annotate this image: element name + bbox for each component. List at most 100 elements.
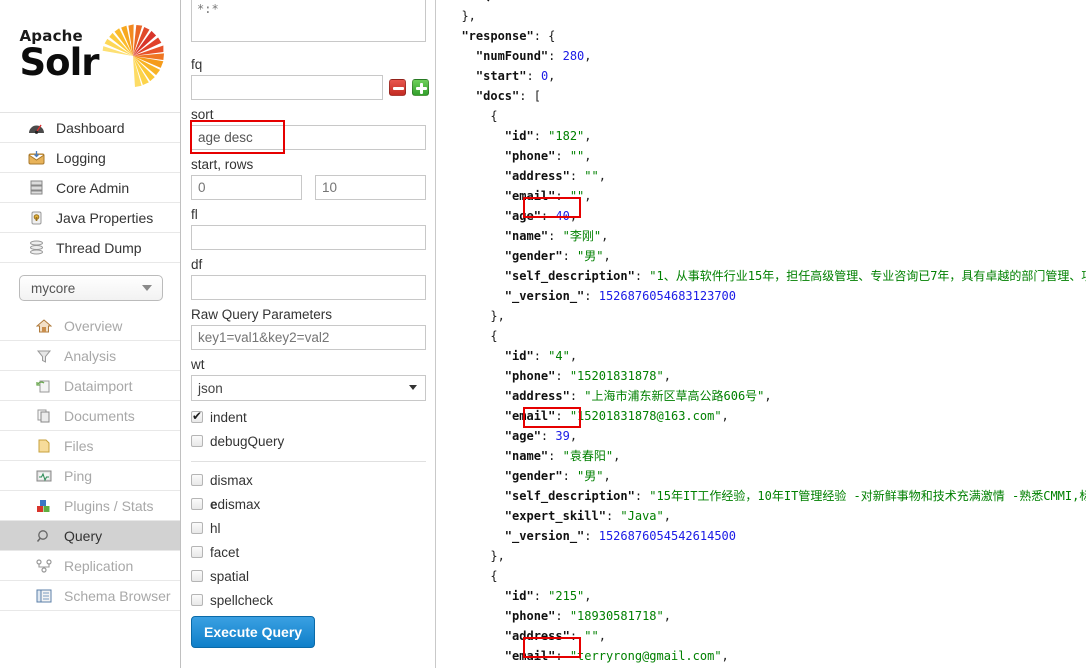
sidebar-item-label: Dataimport [64, 377, 133, 394]
fq-add-button[interactable] [412, 79, 429, 96]
spellcheck-checkbox-row[interactable]: spellcheck [191, 588, 435, 612]
documents-icon [36, 407, 58, 425]
thread-dump-icon [28, 239, 50, 257]
sidebar-top-nav: Dashboard Logging Core Admin Java Proper… [0, 112, 180, 263]
home-icon [36, 317, 58, 335]
sidebar-item-logging[interactable]: Logging [0, 143, 180, 173]
q-input[interactable]: *:* [191, 0, 426, 42]
indent-label: indent [210, 409, 247, 425]
solr-logo[interactable]: Apache Solr [0, 0, 181, 112]
sidebar-item-label: Java Properties [56, 209, 154, 226]
edismax-checkbox[interactable] [191, 498, 203, 510]
sidebar: Apache Solr Dashboard Logging Core Admin… [0, 0, 181, 668]
hl-label: hl [210, 520, 221, 536]
sidebar-item-replication[interactable]: Replication [0, 551, 180, 581]
divider [191, 461, 426, 462]
sidebar-item-thread-dump[interactable]: Thread Dump [0, 233, 180, 263]
sidebar-item-java-properties[interactable]: Java Properties [0, 203, 180, 233]
sidebar-item-files[interactable]: Files [0, 431, 180, 461]
df-input[interactable] [191, 275, 426, 300]
sidebar-item-documents[interactable]: Documents [0, 401, 180, 431]
raw-query-params-label: Raw Query Parameters [191, 307, 333, 322]
sidebar-item-label: Documents [64, 407, 135, 424]
debugquery-checkbox[interactable] [191, 435, 203, 447]
plugins-stats-icon [36, 497, 58, 515]
facet-checkbox[interactable] [191, 546, 203, 558]
book-icon [36, 587, 58, 605]
rows-input[interactable] [315, 175, 426, 200]
hl-checkbox-row[interactable]: hl [191, 516, 435, 540]
indent-checkbox-row[interactable]: indent [191, 405, 435, 429]
dismax-checkbox[interactable] [191, 474, 203, 486]
start-rows-label: start, rows [191, 157, 254, 172]
sidebar-item-analysis[interactable]: Analysis [0, 341, 180, 371]
chevron-down-icon [409, 385, 417, 390]
sidebar-item-plugins-stats[interactable]: Plugins / Stats [0, 491, 180, 521]
debugquery-checkbox-row[interactable]: debugQuery [191, 429, 435, 453]
debugquery-label: debugQuery [210, 433, 285, 449]
solr-admin-window: Apache Solr Dashboard Logging Core Admin… [0, 0, 1086, 668]
search-icon [36, 527, 58, 545]
indent-checkbox[interactable] [191, 409, 203, 423]
sidebar-item-label: Replication [64, 557, 134, 574]
sidebar-item-overview[interactable]: Overview [0, 311, 180, 341]
dataimport-icon [36, 377, 58, 395]
fq-input[interactable] [191, 75, 383, 100]
sort-input[interactable] [191, 125, 426, 150]
fq-remove-button[interactable] [389, 79, 406, 96]
query-form-panel: *:* fq sort start, rows fl df Raw Query … [182, 0, 436, 668]
core-selector-value: mycore [31, 280, 76, 296]
start-rows-row [191, 175, 435, 200]
sidebar-item-label: Files [64, 437, 94, 454]
raw-query-params-input[interactable] [191, 325, 426, 350]
spellcheck-checkbox[interactable] [191, 594, 203, 606]
facet-label: facet [210, 544, 240, 560]
sidebar-item-dashboard[interactable]: Dashboard [0, 113, 180, 143]
sidebar-item-label: Thread Dump [56, 239, 142, 256]
ping-icon [36, 467, 58, 485]
fl-input[interactable] [191, 225, 426, 250]
sidebar-item-label: Schema Browser [64, 587, 171, 604]
edismax-label: edismax [210, 497, 260, 512]
wt-select[interactable]: json [191, 375, 426, 401]
core-admin-icon [28, 179, 50, 197]
logging-icon [28, 149, 50, 167]
dashboard-icon [28, 119, 50, 137]
sidebar-item-label: Logging [56, 149, 106, 166]
spatial-checkbox-row[interactable]: spatial [191, 564, 435, 588]
edismax-prefix: e [210, 496, 218, 512]
df-label: df [191, 257, 203, 272]
sidebar-item-query[interactable]: Query [0, 521, 180, 551]
spatial-checkbox[interactable] [191, 570, 203, 582]
core-selector-wrap: mycore [0, 263, 180, 311]
core-selector[interactable]: mycore [19, 275, 163, 301]
sidebar-item-schema-browser[interactable]: Schema Browser [0, 581, 180, 611]
wt-value: json [198, 380, 223, 396]
query-response-panel: "QTime": 1 }, "response": { "numFound": … [437, 0, 1086, 668]
solr-sunburst-icon [102, 24, 164, 88]
funnel-icon [36, 347, 58, 365]
sidebar-item-dataimport[interactable]: Dataimport [0, 371, 180, 401]
spellcheck-label: spellcheck [210, 592, 274, 608]
facet-checkbox-row[interactable]: facet [191, 540, 435, 564]
execute-query-button[interactable]: Execute Query [191, 616, 316, 648]
sidebar-item-label: Analysis [64, 347, 117, 364]
edismax-checkbox-row[interactable]: edismax [191, 492, 435, 516]
sidebar-item-ping[interactable]: Ping [0, 461, 180, 491]
sidebar-item-label: Query [64, 527, 103, 544]
sidebar-item-core-admin[interactable]: Core Admin [0, 173, 180, 203]
dismax-label: dismax [210, 472, 253, 488]
fq-row [191, 75, 435, 100]
start-input[interactable] [191, 175, 302, 200]
sidebar-item-label: Dashboard [56, 119, 125, 136]
chevron-down-icon [142, 285, 152, 291]
edismax-suffix: dismax [217, 496, 261, 512]
json-response[interactable]: "QTime": 1 }, "response": { "numFound": … [437, 0, 1086, 668]
dismax-checkbox-row[interactable]: dismax [191, 468, 435, 492]
sidebar-item-label: Plugins / Stats [64, 497, 154, 514]
hl-checkbox[interactable] [191, 522, 203, 534]
fq-label: fq [191, 57, 203, 72]
spatial-label: spatial [210, 568, 250, 584]
sidebar-item-label: Core Admin [56, 179, 130, 196]
wt-label: wt [191, 357, 205, 372]
